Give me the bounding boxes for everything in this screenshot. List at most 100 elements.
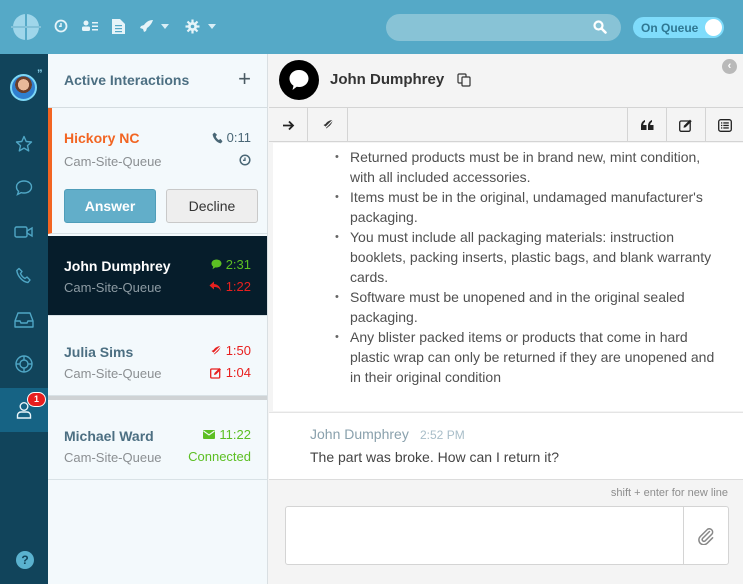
sidebar-item-phone[interactable] [12, 264, 36, 288]
notification-badge: 1 [27, 392, 46, 407]
list-item: Software must be unopened and in the ori… [335, 287, 725, 327]
contacts-icon[interactable] [80, 16, 100, 36]
chat-icon [211, 259, 222, 270]
email-timer-value: 11:22 [219, 427, 251, 442]
conversation-panel: John Dumphrey ‹ Returned products must b… [269, 54, 743, 584]
document-icon[interactable] [108, 16, 128, 36]
sidebar-item-chat[interactable] [12, 176, 36, 200]
chat-timer-value: 2:31 [225, 257, 251, 272]
composer-hint: shift + enter for new line [610, 487, 728, 499]
list-item: Any blister packed items or products tha… [335, 327, 725, 387]
help-icon[interactable]: ? [16, 551, 34, 569]
interaction-card-selected[interactable]: John Dumphrey Cam-Site-Queue 2:31 1:22 [48, 236, 267, 316]
clock-icon [239, 154, 251, 166]
rocket-icon[interactable] [136, 16, 156, 36]
toggle-knob[interactable] [705, 19, 722, 36]
quotes-button[interactable] [627, 108, 666, 142]
interaction-timer: 0:11 [212, 130, 251, 145]
collapse-panel-button[interactable]: ‹ [722, 59, 737, 74]
disconnect-timer-value: 1:50 [225, 343, 251, 358]
interaction-name: Hickory NC [64, 130, 140, 146]
details-button[interactable] [705, 108, 743, 142]
return-policy-list: Returned products must be in brand new, … [335, 147, 725, 387]
attach-button[interactable] [683, 507, 728, 564]
clock-icon[interactable] [51, 16, 71, 36]
phone-icon [212, 132, 223, 143]
notes-button[interactable] [666, 108, 705, 142]
message-text: The part was broke. How can I return it? [310, 449, 559, 465]
interaction-name: Michael Ward [64, 428, 154, 444]
status-quote-icon: ” [37, 68, 43, 80]
rocket-off-icon [210, 345, 222, 356]
wrapup-timer-value: 1:04 [225, 365, 251, 380]
interaction-name: John Dumphrey [64, 258, 171, 274]
sidebar-item-inbox[interactable] [12, 308, 36, 332]
interaction-card[interactable]: Michael Ward Cam-Site-Queue 11:22 Connec… [48, 400, 267, 480]
conversation-header: John Dumphrey ‹ [269, 54, 743, 108]
add-interaction-button[interactable]: + [238, 66, 251, 92]
interaction-name: Julia Sims [64, 344, 134, 360]
interaction-queue: Cam-Site-Queue [64, 366, 162, 381]
sidebar: ” 1 ? [0, 54, 48, 584]
rocket-menu-caret-icon[interactable] [161, 24, 169, 29]
interaction-card[interactable]: Julia Sims Cam-Site-Queue 1:50 1:04 [48, 316, 267, 396]
search-icon[interactable] [593, 20, 607, 34]
interaction-timer-value: 0:11 [226, 130, 251, 145]
gear-icon[interactable] [182, 16, 202, 36]
paperclip-icon [698, 527, 714, 545]
reply-icon [209, 281, 221, 292]
user-avatar[interactable] [10, 74, 37, 101]
list-item: Returned products must be in brand new, … [335, 147, 725, 187]
quote-icon [640, 120, 653, 130]
interaction-queue: Cam-Site-Queue [64, 450, 162, 465]
transfer-button[interactable] [269, 108, 308, 142]
chat-bubble-icon [289, 70, 309, 90]
star-icon [15, 135, 33, 152]
on-queue-label: On Queue [641, 21, 699, 35]
reply-timer-value: 1:22 [225, 279, 251, 294]
settings-menu-caret-icon[interactable] [208, 24, 216, 29]
message-input[interactable] [286, 507, 684, 564]
inbox-icon [14, 312, 34, 328]
rocket-off-icon [322, 119, 334, 131]
conversation-toolbar [269, 108, 743, 142]
sidebar-item-favorites[interactable] [12, 132, 36, 156]
copy-icon[interactable] [456, 72, 472, 88]
disconnect-timer: 1:50 [210, 343, 251, 358]
connection-status: Connected [188, 449, 251, 464]
chat-timer: 2:31 [211, 257, 251, 272]
lifebuoy-icon [15, 355, 33, 373]
conversation-name: John Dumphrey [330, 71, 445, 88]
sidebar-item-video[interactable] [12, 220, 36, 244]
interactions-header: Active Interactions + [48, 54, 267, 108]
on-queue-toggle[interactable]: On Queue [633, 17, 724, 38]
sidebar-item-support[interactable] [12, 352, 36, 376]
disconnect-button[interactable] [309, 108, 348, 142]
email-icon [203, 430, 216, 439]
answer-button[interactable]: Answer [64, 189, 156, 223]
chat-bubble-icon [15, 180, 33, 196]
interaction-queue: Cam-Site-Queue [64, 280, 162, 295]
phone-icon [16, 267, 31, 284]
interaction-card-alerting[interactable]: Hickory NC Cam-Site-Queue 0:11 Answer De… [48, 108, 267, 234]
reply-timer: 1:22 [209, 279, 251, 294]
list-item: You must include all packaging materials… [335, 227, 725, 287]
list-item: Items must be in the original, undamaged… [335, 187, 725, 227]
interactions-panel: Active Interactions + Hickory NC Cam-Sit… [48, 54, 268, 584]
search-input[interactable] [386, 14, 621, 41]
message-composer [285, 506, 729, 565]
interaction-wait [239, 154, 251, 166]
edit-icon [679, 119, 692, 132]
logo-icon[interactable] [10, 11, 42, 43]
chat-avatar [279, 60, 319, 100]
chat-transcript: Returned products must be in brand new, … [273, 143, 743, 411]
wrapup-timer: 1:04 [209, 365, 251, 380]
message-author: John Dumphrey [310, 426, 409, 442]
top-bar: On Queue [0, 0, 743, 54]
decline-button[interactable]: Decline [166, 189, 258, 223]
message-timestamp: 2:52 PM [420, 428, 465, 442]
interaction-queue: Cam-Site-Queue [64, 154, 162, 169]
email-timer: 11:22 [203, 427, 251, 442]
arrow-right-icon [282, 120, 294, 130]
edit-icon [209, 367, 221, 379]
